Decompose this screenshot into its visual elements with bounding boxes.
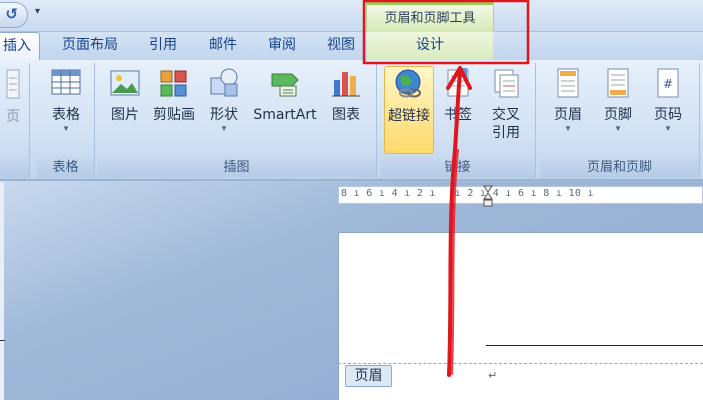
pages-button[interactable]: 页 (0, 66, 26, 126)
tab-page-layout[interactable]: 页面布局 (52, 32, 128, 60)
clipart-button[interactable]: 剪贴画 (149, 66, 199, 124)
shapes-button-label: 形状 (210, 107, 238, 123)
chevron-down-icon: ▾ (665, 124, 671, 134)
page-number-button-label: 页码 (654, 107, 682, 123)
clipart-icon (160, 70, 187, 97)
chevron-down-icon: ▾ (63, 124, 69, 134)
group-header-footer-label: 页眉和页脚 (540, 158, 699, 178)
page-number-icon: # (657, 68, 679, 98)
smartart-icon (271, 73, 299, 97)
undo-icon[interactable]: ↺ (5, 5, 18, 23)
chevron-down-icon: ▾ (615, 124, 621, 134)
tab-mailings[interactable]: 邮件 (200, 32, 246, 60)
cross-reference-button[interactable]: 交叉 引用 (484, 66, 528, 142)
header-underline (486, 345, 703, 346)
indent-marker-icon[interactable] (483, 185, 493, 207)
group-links-label: 链接 (380, 158, 535, 178)
header-button[interactable]: 页眉 ▾ (546, 66, 590, 134)
clipart-button-label: 剪贴画 (153, 107, 195, 123)
title-bar: ↺ ▾ 页眉和页脚工具 (0, 0, 703, 32)
group-illustrations: 图片 剪贴画 形状 ▾ SmartArt 图表 插图 (97, 63, 377, 178)
shapes-icon (210, 68, 238, 97)
horizontal-ruler[interactable]: 8 ı 6 ı 4 ı 2 ı ı 2 ı 4 ı 6 ı 8 ı 10 ı (338, 186, 703, 204)
table-button-label: 表格 (52, 107, 80, 123)
group-header-footer: 页眉 ▾ 页脚 ▾ # 页码 ▾ 页眉和页脚 (540, 63, 700, 178)
header-region-tag: 页眉 (345, 365, 392, 387)
page-icon (6, 69, 20, 99)
hyperlink-button-label: 超链接 (388, 108, 430, 124)
smartart-button-label: SmartArt (253, 107, 317, 123)
context-tab-group-title: 页眉和页脚工具 (384, 11, 476, 26)
footer-button[interactable]: 页脚 ▾ (596, 66, 640, 134)
group-pages-label (0, 158, 29, 178)
group-links: 超链接 书签 交叉 引用 链接 (380, 63, 536, 178)
cross-reference-label-line1: 交叉 (492, 107, 520, 123)
table-button[interactable]: 表格 ▾ (43, 66, 89, 134)
pages-button-label: 页 (6, 109, 20, 125)
chart-button[interactable]: 图表 (325, 66, 367, 124)
quick-access-dropdown-icon[interactable]: ▾ (35, 6, 40, 17)
tab-insert[interactable]: 插入 (0, 32, 40, 60)
group-illustrations-label: 插图 (97, 158, 376, 178)
group-table-label: 表格 (37, 158, 94, 178)
bookmark-button-label: 书签 (444, 107, 472, 123)
ribbon-tab-row: 插入 页面布局 引用 邮件 审阅 视图 设计 (0, 32, 703, 60)
ruler-scale: 8 ı 6 ı 4 ı 2 ı ı 2 ı 4 ı 6 ı 8 ı 10 ı (341, 188, 594, 199)
left-page-edge (0, 340, 5, 400)
bookmark-icon (447, 68, 469, 97)
picture-button-label: 图片 (111, 107, 139, 123)
chevron-down-icon: ▾ (221, 124, 227, 134)
context-tab-group-header-footer-tools: 页眉和页脚工具 (366, 2, 494, 32)
chevron-down-icon: ▾ (565, 124, 571, 134)
document-page[interactable] (338, 232, 703, 400)
tab-review[interactable]: 审阅 (259, 32, 305, 60)
tab-design[interactable]: 设计 (367, 32, 493, 60)
chart-icon (332, 72, 360, 97)
ribbon-panel: 页 表格 ▾ 表格 图片 剪贴画 形状 ▾ SmartArt 图表 插图 超链接… (0, 60, 703, 180)
hyperlink-globe-icon (395, 69, 421, 98)
cross-reference-label-line2: 引用 (492, 125, 520, 141)
table-icon (51, 69, 81, 95)
tab-view[interactable]: 视图 (318, 32, 364, 60)
footer-icon (607, 68, 629, 98)
header-icon (557, 68, 579, 98)
header-button-label: 页眉 (554, 107, 582, 123)
cross-reference-icon (494, 69, 519, 98)
hyperlink-button[interactable]: 超链接 (384, 66, 434, 154)
bookmark-button[interactable]: 书签 (438, 66, 478, 124)
smartart-button[interactable]: SmartArt (249, 66, 321, 124)
svg-text:#: # (663, 77, 673, 91)
page-number-button[interactable]: # 页码 ▾ (646, 66, 690, 134)
office-button[interactable]: ↺ (0, 2, 28, 28)
header-boundary-line (338, 363, 703, 364)
shapes-button[interactable]: 形状 ▾ (203, 66, 245, 134)
picture-icon (110, 70, 140, 96)
paragraph-mark-icon: ↵ (488, 369, 498, 382)
chart-button-label: 图表 (332, 107, 360, 123)
tab-references[interactable]: 引用 (140, 32, 186, 60)
footer-button-label: 页脚 (604, 107, 632, 123)
group-table: 表格 ▾ 表格 (37, 63, 95, 178)
picture-button[interactable]: 图片 (105, 66, 145, 124)
group-pages: 页 (0, 63, 30, 178)
